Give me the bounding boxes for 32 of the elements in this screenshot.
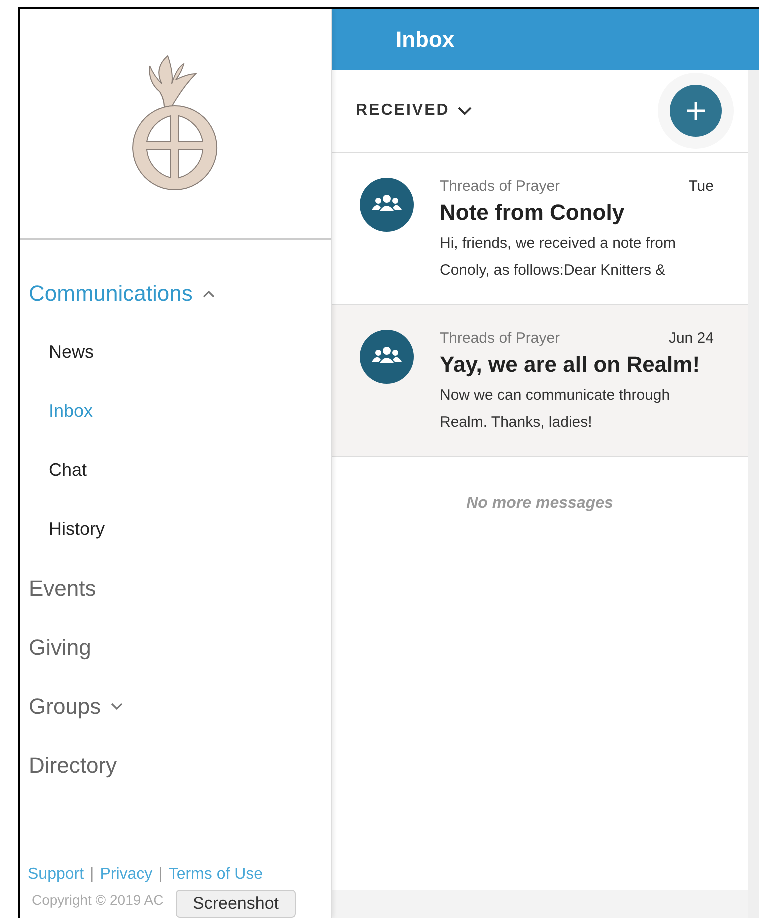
message-subject: Note from Conoly: [440, 200, 626, 226]
link-separator: |: [90, 866, 94, 884]
tooltip: Screenshot: [176, 890, 296, 918]
group-name: Threads of Prayer: [440, 330, 560, 347]
nav-item[interactable]: Giving: [29, 634, 92, 660]
caret-icon[interactable]: [202, 290, 215, 298]
message-subject: Yay, we are all on Realm!: [440, 352, 702, 378]
message-date: Jun 24: [668, 330, 714, 347]
chevron-icon: [458, 106, 472, 116]
plus-icon: [686, 101, 706, 121]
page-title: Inbox: [396, 26, 455, 52]
group-name: Threads of Prayer: [440, 178, 560, 195]
message-preview: Hi, friends, we received a note from Conoly, as follows:Dear Knitters &: [440, 234, 677, 281]
copyright-text: Copyright © 2019 AC: [32, 892, 164, 908]
nav-subitem[interactable]: News: [49, 342, 94, 363]
nav-item[interactable]: Events: [29, 576, 96, 602]
group-icon: [360, 330, 414, 384]
group-icon: [360, 178, 414, 232]
nav-item[interactable]: Groups: [29, 694, 102, 720]
nav-subitem[interactable]: Inbox: [49, 401, 94, 422]
compose-button[interactable]: [670, 85, 722, 137]
message-preview: Now we can communicate through Realm. Thanks, ladies!: [440, 386, 672, 433]
nav-item[interactable]: Communications: [29, 280, 193, 306]
message-row[interactable]: Threads of Prayer Jun 24 Yay, we are all on Realm! Now we can communicate through Realm. Thanks, ladies!: [332, 305, 748, 457]
caret-icon[interactable]: [111, 702, 124, 710]
link-separator: |: [158, 866, 163, 884]
empty-note: No more messages: [466, 495, 614, 512]
nav-subitem[interactable]: Chat: [49, 460, 88, 481]
nav-subitem[interactable]: History: [49, 519, 106, 540]
message-date: Tue: [688, 178, 714, 195]
nav-item[interactable]: Directory: [29, 752, 118, 778]
filter-dropdown[interactable]: RECEIVED: [356, 102, 472, 120]
